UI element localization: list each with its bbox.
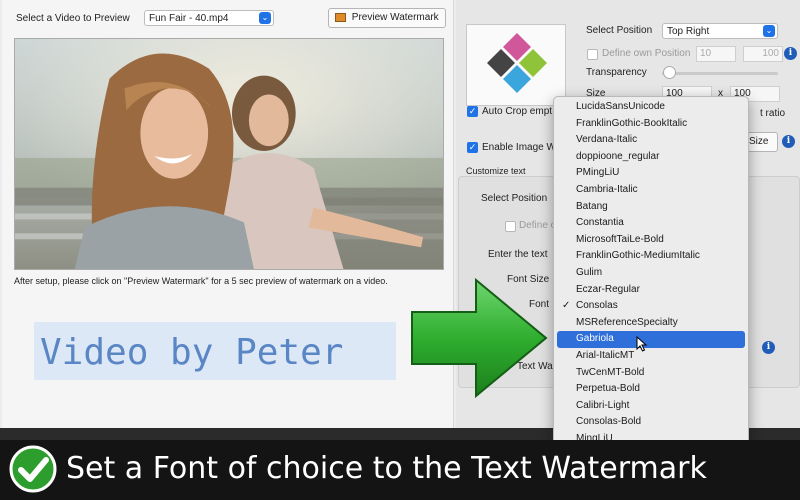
- font-menu-item-label: Arial-ItalicMT: [576, 349, 635, 361]
- font-menu-item-label: TwCenMT-Bold: [576, 366, 645, 378]
- font-menu-item-label: doppioone_regular: [576, 150, 660, 162]
- font-menu-item-label: MicrosoftTaiLe-Bold: [576, 233, 664, 245]
- green-arrow-graphic: [411, 278, 548, 398]
- font-menu-item[interactable]: FranklinGothic-BookItalic: [557, 116, 745, 133]
- info-icon[interactable]: i: [762, 341, 775, 354]
- font-menu-item[interactable]: Gulim: [557, 265, 745, 282]
- font-menu-item[interactable]: TwCenMT-Bold: [557, 365, 745, 382]
- checkmark-icon: ✓: [562, 300, 571, 312]
- preview-watermark-button[interactable]: Preview Watermark: [328, 8, 446, 28]
- text-define-position-checkbox[interactable]: [505, 221, 516, 232]
- font-menu-item-label: FranklinGothic-MediumItalic: [576, 250, 700, 262]
- chevron-down-icon: ⌄: [763, 25, 775, 37]
- font-menu-item-label: MSReferenceSpecialty: [576, 316, 678, 328]
- font-menu-item[interactable]: Calibri-Light: [557, 398, 745, 415]
- banner-caption: Set a Font of choice to the Text Waterma…: [66, 451, 707, 486]
- video-select[interactable]: Fun Fair - 40.mp4 ⌄: [144, 10, 274, 26]
- font-menu-item-label: Verdana-Italic: [576, 134, 638, 146]
- font-menu-item-label: Constantia: [576, 217, 624, 229]
- font-menu-item[interactable]: Gabriola: [557, 331, 745, 348]
- info-icon[interactable]: i: [782, 135, 795, 148]
- font-menu-item[interactable]: LucidaSansUnicode: [557, 99, 745, 116]
- customize-text-label: Customize text: [466, 166, 526, 176]
- text-position-label: Select Position: [481, 193, 548, 204]
- font-menu-item-label: Calibri-Light: [576, 399, 630, 411]
- font-menu-item[interactable]: Arial-ItalicMT: [557, 348, 745, 365]
- auto-crop-checkbox[interactable]: ✓: [467, 106, 478, 117]
- watermark-logo-image: [487, 33, 547, 93]
- checkmark-icon: [9, 445, 57, 493]
- chevron-down-icon: ⌄: [259, 12, 271, 24]
- transparency-slider-thumb[interactable]: [663, 66, 676, 79]
- preview-watermark-label: Preview Watermark: [351, 12, 439, 23]
- font-menu-item[interactable]: Consolas-Bold: [557, 414, 745, 431]
- info-icon[interactable]: i: [784, 47, 797, 60]
- define-own-position-checkbox[interactable]: [587, 49, 598, 60]
- font-menu-item-label: Consolas-Bold: [576, 416, 642, 428]
- font-menu-item-label: Gabriola: [576, 333, 614, 345]
- watermark-text: Video by Peter: [40, 332, 344, 373]
- preview-hint: After setup, please click on "Preview Wa…: [14, 276, 388, 286]
- video-preview: [14, 38, 444, 270]
- position-x-field[interactable]: 10: [696, 46, 736, 62]
- image-position-select[interactable]: Top Right ⌄: [662, 23, 778, 39]
- font-menu-item[interactable]: Batang: [557, 199, 745, 216]
- font-menu-item[interactable]: Constantia: [557, 215, 745, 232]
- preview-icon: [335, 12, 346, 22]
- size-button-label: Size: [749, 136, 769, 147]
- font-menu-item[interactable]: PMingLiU: [557, 165, 745, 182]
- font-menu-item[interactable]: ✓ Consolas: [557, 298, 745, 315]
- watermark-image-well[interactable]: [466, 24, 566, 106]
- font-menu-item[interactable]: Perpetua-Bold: [557, 381, 745, 398]
- preview-panel: Select a Video to Preview Fun Fair - 40.…: [2, 0, 454, 428]
- select-video-label: Select a Video to Preview: [16, 13, 130, 24]
- image-position-value: Top Right: [667, 26, 710, 37]
- mouse-cursor-icon: [636, 336, 648, 352]
- font-menu-item-label: Eczar-Regular: [576, 283, 640, 295]
- text-define-position-label: Define o: [519, 220, 557, 231]
- image-position-label: Select Position: [586, 25, 653, 36]
- transparency-slider-track[interactable]: [662, 72, 778, 75]
- caption-banner: Set a Font of choice to the Text Waterma…: [0, 440, 800, 500]
- font-menu-item-label: Batang: [576, 200, 608, 212]
- keep-ratio-label: t ratio: [760, 108, 786, 119]
- font-menu-item[interactable]: doppioone_regular: [557, 149, 745, 166]
- font-menu-item[interactable]: MSReferenceSpecialty: [557, 315, 745, 332]
- define-own-position-label: Define own Position: [602, 48, 691, 59]
- video-frame-image: [15, 39, 443, 269]
- font-menu-item-label: PMingLiU: [576, 167, 620, 179]
- font-menu-item-label: FranklinGothic-BookItalic: [576, 117, 688, 129]
- font-menu-item-label: Gulim: [576, 266, 603, 278]
- font-menu-item[interactable]: Eczar-Regular: [557, 282, 745, 299]
- size-button[interactable]: Size: [744, 132, 778, 152]
- font-menu-item-label: Cambria-Italic: [576, 183, 638, 195]
- position-y-field[interactable]: 100: [743, 46, 783, 62]
- enable-image-checkbox[interactable]: ✓: [467, 142, 478, 153]
- font-menu-item-label: Perpetua-Bold: [576, 383, 640, 395]
- font-menu-item[interactable]: MicrosoftTaiLe-Bold: [557, 232, 745, 249]
- font-menu-item[interactable]: Verdana-Italic: [557, 132, 745, 149]
- auto-crop-label: Auto Crop empt: [482, 106, 553, 117]
- font-menu-item[interactable]: Cambria-Italic: [557, 182, 745, 199]
- enable-image-label: Enable Image W: [482, 142, 556, 153]
- font-dropdown-menu[interactable]: LucidaSansUnicode FranklinGothic-BookItal…: [553, 96, 749, 448]
- font-menu-item[interactable]: FranklinGothic-MediumItalic: [557, 248, 745, 265]
- font-menu-item-label: Consolas: [576, 300, 618, 312]
- video-select-value: Fun Fair - 40.mp4: [149, 13, 229, 24]
- transparency-label: Transparency: [586, 67, 647, 78]
- watermark-text-preview: Video by Peter: [34, 322, 396, 380]
- font-menu-item-label: LucidaSansUnicode: [576, 101, 665, 112]
- enter-text-label: Enter the text: [488, 249, 548, 260]
